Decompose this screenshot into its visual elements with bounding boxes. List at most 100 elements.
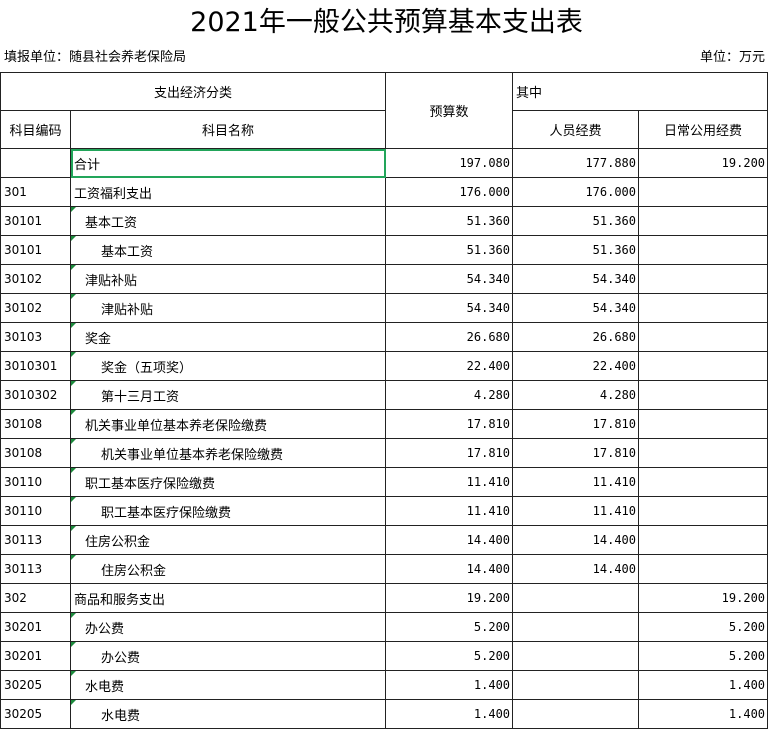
cell-budget[interactable]: 54.340 <box>385 293 514 323</box>
table-row[interactable]: 合计 197.080 177.880 19.200 <box>0 148 769 178</box>
table-row[interactable]: 30201 办公费 5.200 5.200 <box>0 641 769 671</box>
cell-budget[interactable]: 17.810 <box>385 438 514 468</box>
cell-daily[interactable] <box>638 206 769 236</box>
table-row[interactable]: 30102 津贴补贴 54.340 54.340 <box>0 264 769 294</box>
cell-budget[interactable]: 22.400 <box>385 351 514 381</box>
header-among[interactable]: 其中 <box>512 72 769 111</box>
header-name[interactable]: 科目名称 <box>69 110 387 149</box>
cell-code[interactable]: 30108 <box>0 409 71 439</box>
cell-name[interactable]: 奖金（五项奖） <box>69 351 387 381</box>
cell-daily[interactable] <box>638 177 769 207</box>
cell-budget[interactable]: 5.200 <box>385 641 514 671</box>
cell-code[interactable]: 30110 <box>0 496 71 526</box>
table-row[interactable]: 30103 奖金 26.680 26.680 <box>0 322 769 352</box>
cell-name[interactable]: 津贴补贴 <box>69 293 387 323</box>
cell-name[interactable]: 住房公积金 <box>69 525 387 555</box>
cell-daily[interactable] <box>638 467 769 497</box>
cell-name[interactable]: 基本工资 <box>69 206 387 236</box>
cell-budget[interactable]: 4.280 <box>385 380 514 410</box>
cell-name[interactable]: 第十三月工资 <box>69 380 387 410</box>
cell-daily[interactable]: 19.200 <box>638 583 769 613</box>
cell-name[interactable]: 水电费 <box>69 699 387 729</box>
cell-personnel[interactable] <box>512 641 640 671</box>
cell-name[interactable]: 住房公积金 <box>69 554 387 584</box>
cell-name[interactable]: 基本工资 <box>69 235 387 265</box>
cell-budget[interactable]: 54.340 <box>385 264 514 294</box>
cell-code[interactable]: 30102 <box>0 293 71 323</box>
cell-personnel[interactable]: 17.810 <box>512 409 640 439</box>
cell-code[interactable]: 30201 <box>0 612 71 642</box>
cell-personnel[interactable]: 54.340 <box>512 293 640 323</box>
table-row[interactable]: 30113 住房公积金 14.400 14.400 <box>0 554 769 584</box>
cell-name[interactable]: 工资福利支出 <box>69 177 387 207</box>
cell-name[interactable]: 职工基本医疗保险缴费 <box>69 467 387 497</box>
table-row[interactable]: 3010301 奖金（五项奖） 22.400 22.400 <box>0 351 769 381</box>
table-row[interactable]: 30102 津贴补贴 54.340 54.340 <box>0 293 769 323</box>
header-daily[interactable]: 日常公用经费 <box>638 110 769 149</box>
cell-personnel[interactable]: 11.410 <box>512 467 640 497</box>
cell-budget[interactable]: 14.400 <box>385 554 514 584</box>
cell-personnel[interactable]: 176.000 <box>512 177 640 207</box>
table-row[interactable]: 30108 机关事业单位基本养老保险缴费 17.810 17.810 <box>0 438 769 468</box>
cell-daily[interactable] <box>638 409 769 439</box>
cell-code[interactable]: 30108 <box>0 438 71 468</box>
table-row[interactable]: 30101 基本工资 51.360 51.360 <box>0 235 769 265</box>
table-row[interactable]: 30113 住房公积金 14.400 14.400 <box>0 525 769 555</box>
cell-personnel[interactable]: 11.410 <box>512 496 640 526</box>
table-row[interactable]: 30101 基本工资 51.360 51.360 <box>0 206 769 236</box>
cell-name[interactable]: 奖金 <box>69 322 387 352</box>
cell-name[interactable]: 商品和服务支出 <box>69 583 387 613</box>
cell-daily[interactable] <box>638 496 769 526</box>
cell-daily[interactable] <box>638 438 769 468</box>
cell-code[interactable]: 30101 <box>0 206 71 236</box>
cell-personnel[interactable] <box>512 583 640 613</box>
cell-daily[interactable] <box>638 554 769 584</box>
cell-code[interactable]: 30201 <box>0 641 71 671</box>
cell-name[interactable]: 办公费 <box>69 612 387 642</box>
table-row[interactable]: 30110 职工基本医疗保险缴费 11.410 11.410 <box>0 496 769 526</box>
cell-name[interactable]: 机关事业单位基本养老保险缴费 <box>69 409 387 439</box>
cell-personnel[interactable] <box>512 699 640 729</box>
cell-code[interactable]: 30102 <box>0 264 71 294</box>
cell-code[interactable]: 30113 <box>0 554 71 584</box>
cell-daily[interactable]: 5.200 <box>638 641 769 671</box>
table-row[interactable]: 302 商品和服务支出 19.200 19.200 <box>0 583 769 613</box>
header-personnel[interactable]: 人员经费 <box>512 110 640 149</box>
table-row[interactable]: 301 工资福利支出 176.000 176.000 <box>0 177 769 207</box>
cell-personnel[interactable]: 177.880 <box>512 148 640 178</box>
cell-daily[interactable] <box>638 351 769 381</box>
cell-budget[interactable]: 51.360 <box>385 235 514 265</box>
cell-code[interactable]: 30205 <box>0 670 71 700</box>
cell-personnel[interactable]: 54.340 <box>512 264 640 294</box>
cell-daily[interactable] <box>638 525 769 555</box>
cell-daily[interactable]: 19.200 <box>638 148 769 178</box>
cell-code[interactable]: 30205 <box>0 699 71 729</box>
cell-daily[interactable]: 1.400 <box>638 670 769 700</box>
cell-code[interactable]: 301 <box>0 177 71 207</box>
cell-code[interactable]: 3010302 <box>0 380 71 410</box>
cell-code[interactable] <box>0 148 71 178</box>
cell-name[interactable]: 津贴补贴 <box>69 264 387 294</box>
cell-code[interactable]: 30101 <box>0 235 71 265</box>
header-econ-class[interactable]: 支出经济分类 <box>0 72 387 111</box>
table-row[interactable]: 30110 职工基本医疗保险缴费 11.410 11.410 <box>0 467 769 497</box>
cell-budget[interactable]: 19.200 <box>385 583 514 613</box>
cell-name[interactable]: 机关事业单位基本养老保险缴费 <box>69 438 387 468</box>
cell-personnel[interactable]: 51.360 <box>512 235 640 265</box>
cell-budget[interactable]: 1.400 <box>385 699 514 729</box>
table-row[interactable]: 30201 办公费 5.200 5.200 <box>0 612 769 642</box>
cell-budget[interactable]: 14.400 <box>385 525 514 555</box>
cell-budget[interactable]: 5.200 <box>385 612 514 642</box>
cell-personnel[interactable] <box>512 670 640 700</box>
cell-daily[interactable] <box>638 293 769 323</box>
cell-daily[interactable]: 1.400 <box>638 699 769 729</box>
cell-budget[interactable]: 26.680 <box>385 322 514 352</box>
cell-name[interactable]: 水电费 <box>69 670 387 700</box>
cell-budget[interactable]: 176.000 <box>385 177 514 207</box>
table-row[interactable]: 3010302 第十三月工资 4.280 4.280 <box>0 380 769 410</box>
cell-budget[interactable]: 17.810 <box>385 409 514 439</box>
cell-budget[interactable]: 11.410 <box>385 496 514 526</box>
header-budget[interactable]: 预算数 <box>385 72 514 149</box>
cell-budget[interactable]: 51.360 <box>385 206 514 236</box>
cell-code[interactable]: 30103 <box>0 322 71 352</box>
